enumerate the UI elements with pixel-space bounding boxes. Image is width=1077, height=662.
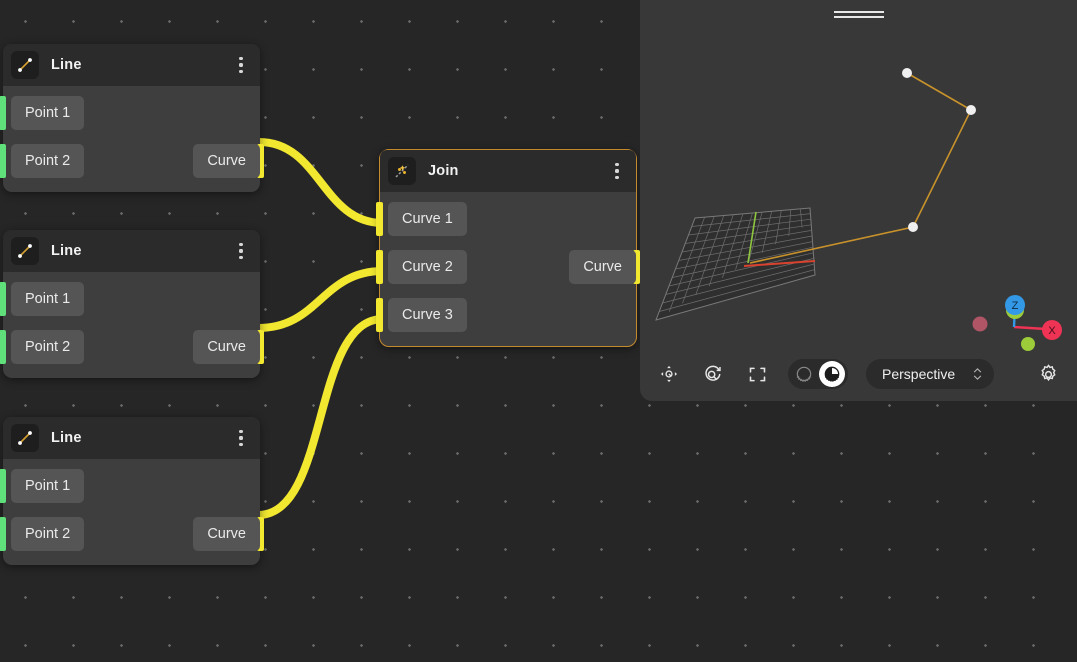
port-row: Point 2 Curve [3, 517, 260, 551]
input-port-nub-point-1[interactable] [0, 282, 6, 316]
port-row: Curve 3 [380, 298, 636, 332]
input-port-point-2[interactable]: Point 2 [11, 330, 84, 364]
input-port-curve-3[interactable]: Curve 3 [388, 298, 467, 332]
input-port-nub-point-2[interactable] [0, 517, 6, 551]
line-icon [11, 51, 39, 79]
join-sparkle-icon [388, 157, 416, 185]
more-vertical-icon[interactable] [232, 54, 250, 76]
projection-value: Perspective [882, 366, 955, 382]
input-port-nub-point-1[interactable] [0, 96, 6, 130]
port-row: Point 2 Curve [3, 330, 260, 364]
ground-grid [656, 208, 815, 320]
line-icon [11, 237, 39, 265]
port-row: Point 1 [3, 469, 260, 503]
panel-drag-handle[interactable] [834, 11, 884, 18]
curve-vertices [902, 68, 976, 232]
shading-mode-toggle[interactable] [788, 359, 848, 389]
input-port-nub-point-2[interactable] [0, 330, 6, 364]
input-port-point-1[interactable]: Point 1 [11, 282, 84, 316]
fit-to-screen-icon[interactable] [744, 361, 770, 387]
more-vertical-icon[interactable] [608, 160, 626, 182]
line-icon [11, 424, 39, 452]
port-row: Point 1 [3, 282, 260, 316]
node-header[interactable]: Line [3, 417, 260, 459]
output-port-curve[interactable]: Curve [569, 250, 636, 284]
input-port-nub-curve-3[interactable] [376, 298, 383, 332]
node-join[interactable]: Join Curve 1 Curve 2 Curve Curve 3 [379, 149, 637, 347]
port-row: Curve 1 [380, 202, 636, 236]
input-port-point-1[interactable]: Point 1 [11, 96, 84, 130]
port-row: Point 1 [3, 96, 260, 130]
node-body: Point 1 Point 2 Curve [3, 459, 260, 565]
orbit-rotate-icon[interactable] [700, 361, 726, 387]
gizmo-neg-x-ball [973, 317, 988, 332]
chevron-updown-icon [973, 368, 982, 380]
gizmo-x-label: X [1048, 325, 1056, 337]
input-port-point-2[interactable]: Point 2 [11, 144, 84, 178]
node-title: Join [428, 163, 608, 179]
projection-select[interactable]: Perspective [866, 359, 994, 389]
gizmo-z-label: Z [1012, 300, 1019, 312]
node-line-3[interactable]: Line Point 1 Point 2 Curve [3, 417, 260, 565]
input-port-nub-point-2[interactable] [0, 144, 6, 178]
pan-move-icon[interactable] [656, 361, 682, 387]
more-vertical-icon[interactable] [232, 427, 250, 449]
gear-icon[interactable] [1035, 361, 1061, 387]
node-header[interactable]: Line [3, 230, 260, 272]
node-title: Line [51, 57, 232, 73]
more-vertical-icon[interactable] [232, 240, 250, 262]
node-editor-app: Line Point 1 Point 2 Curve [0, 0, 1077, 662]
node-body: Curve 1 Curve 2 Curve Curve 3 [380, 192, 636, 346]
input-port-nub-curve-1[interactable] [376, 202, 383, 236]
node-header[interactable]: Line [3, 44, 260, 86]
input-port-point-1[interactable]: Point 1 [11, 469, 84, 503]
node-body: Point 1 Point 2 Curve [3, 86, 260, 192]
node-header[interactable]: Join [380, 150, 636, 192]
input-port-point-2[interactable]: Point 2 [11, 517, 84, 551]
viewport-panel[interactable]: Z X [640, 0, 1077, 401]
output-port-curve[interactable]: Curve [193, 144, 260, 178]
input-port-curve-1[interactable]: Curve 1 [388, 202, 467, 236]
input-port-nub-curve-2[interactable] [376, 250, 383, 284]
node-title: Line [51, 243, 232, 259]
viewport-3d-scene[interactable]: Z X [640, 0, 1077, 401]
input-port-curve-2[interactable]: Curve 2 [388, 250, 467, 284]
node-line-1[interactable]: Line Point 1 Point 2 Curve [3, 44, 260, 192]
wireframe-sphere-icon[interactable] [791, 361, 817, 387]
node-line-2[interactable]: Line Point 1 Point 2 Curve [3, 230, 260, 378]
port-row: Point 2 Curve [3, 144, 260, 178]
shaded-sphere-icon[interactable] [819, 361, 845, 387]
port-row: Curve 2 Curve [380, 250, 636, 284]
output-port-curve[interactable]: Curve [193, 517, 260, 551]
viewport-toolbar: Perspective [640, 347, 1077, 401]
node-title: Line [51, 430, 232, 446]
input-port-nub-point-1[interactable] [0, 469, 6, 503]
output-port-curve[interactable]: Curve [193, 330, 260, 364]
axis-gizmo: Z X [973, 295, 1063, 351]
node-body: Point 1 Point 2 Curve [3, 272, 260, 378]
